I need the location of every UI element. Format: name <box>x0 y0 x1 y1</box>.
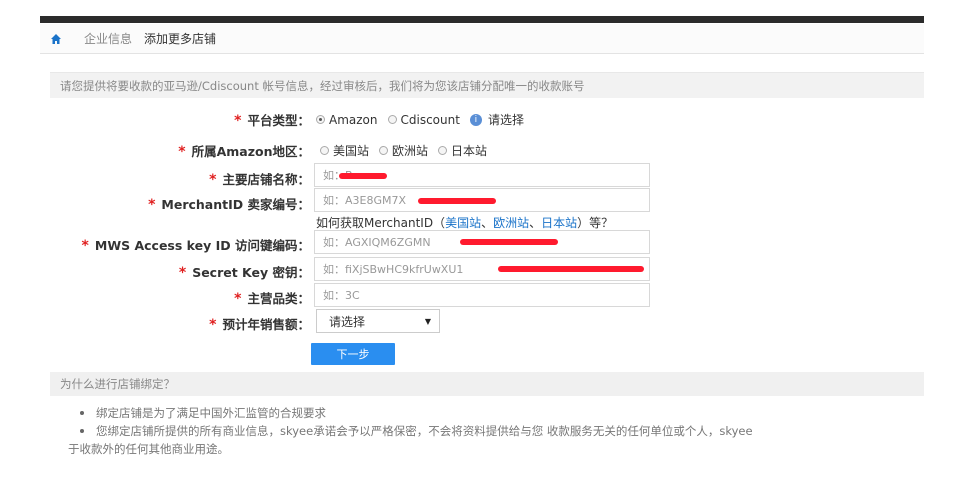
radio-jp-label: 日本站 <box>451 144 488 158</box>
chevron-down-icon: ▼ <box>424 316 431 326</box>
home-icon[interactable] <box>50 33 62 45</box>
required-star: * <box>234 291 242 307</box>
why-bind-title: 为什么进行店铺绑定？ <box>50 372 924 396</box>
redaction-mark <box>460 239 558 245</box>
radio-amazon-dot[interactable] <box>316 115 325 124</box>
platform-radio-group: Amazon Cdiscount i 请选择 <box>316 111 524 128</box>
redaction-mark <box>418 198 496 204</box>
bullet-icon <box>80 429 84 433</box>
required-star: * <box>234 113 242 129</box>
radio-eu[interactable]: 欧洲站 <box>379 142 428 159</box>
radio-eu-label: 欧洲站 <box>392 144 429 158</box>
radio-cdiscount[interactable]: Cdiscount <box>387 112 460 127</box>
radio-eu-dot[interactable] <box>379 146 389 155</box>
required-star: * <box>81 238 89 254</box>
list-item: 绑定店铺是为了满足中国外汇监管的合规要求 <box>68 404 928 422</box>
radio-jp-dot[interactable] <box>438 146 448 155</box>
radio-us[interactable]: 美国站 <box>320 142 369 159</box>
info-icon: i <box>469 113 482 126</box>
list-item: 您绑定店铺所提供的所有商业信息，skyee承诺会予以严格保密，不会将资料提供给与… <box>68 422 928 440</box>
radio-cdiscount-dot[interactable] <box>387 115 397 124</box>
radio-amazon-label: Amazon <box>329 112 378 127</box>
radio-us-label: 美国站 <box>333 144 370 158</box>
platform-type-label: * 平台类型： <box>234 113 310 129</box>
next-button[interactable]: 下一步 <box>311 343 395 365</box>
required-star: * <box>148 197 156 213</box>
help-link-jp[interactable]: 日本站 <box>541 216 577 230</box>
required-star: * <box>178 144 186 160</box>
required-star: * <box>209 172 217 188</box>
top-bar <box>40 16 924 23</box>
help-link-us[interactable]: 美国站 <box>445 216 481 230</box>
platform-hint: 请选择 <box>487 113 524 127</box>
region-label: * 所属Amazon地区： <box>178 144 310 160</box>
annual-sales-select[interactable]: 请选择 ▼ <box>316 309 440 333</box>
annual-sales-label: * 预计年销售额： <box>209 317 310 333</box>
bullet-icon <box>80 411 84 415</box>
radio-us-dot[interactable] <box>320 146 329 155</box>
merchant-id-label: * MerchantID 卖家编号： <box>148 197 310 213</box>
radio-amazon[interactable]: Amazon <box>316 113 378 127</box>
notice-bar: 请您提供将要收款的亚马逊/Cdiscount 帐号信息，经过审核后，我们将为您该… <box>50 72 924 98</box>
annual-sales-selected: 请选择 <box>329 314 366 329</box>
merchant-id-help: 如何获取MerchantID（美国站、欧洲站、日本站）等？ <box>316 216 614 230</box>
secret-key-label: * Secret Key 密钥： <box>178 265 310 281</box>
list-item-continuation: 于收款外的任何其他商业用途。 <box>68 442 229 456</box>
access-key-label: * MWS Access key ID 访问键编码： <box>81 238 310 254</box>
breadcrumb-link-company-info[interactable]: 企业信息 <box>84 30 132 47</box>
breadcrumb-current: 添加更多店铺 <box>144 32 217 46</box>
radio-jp[interactable]: 日本站 <box>438 142 487 159</box>
region-radio-group: 美国站 欧洲站 日本站 <box>320 142 497 159</box>
category-input[interactable] <box>314 283 650 307</box>
category-label: * 主营品类： <box>234 291 310 307</box>
help-link-eu[interactable]: 欧洲站 <box>493 216 529 230</box>
required-star: * <box>178 265 187 281</box>
required-star: * <box>209 317 217 333</box>
why-bind-list: 绑定店铺是为了满足中国外汇监管的合规要求 您绑定店铺所提供的所有商业信息，sky… <box>68 404 928 458</box>
redaction-mark <box>339 173 387 179</box>
radio-cdiscount-label: Cdiscount <box>400 112 460 127</box>
store-name-label: * 主要店铺名称： <box>209 172 310 188</box>
breadcrumb: 企业信息 添加更多店铺 <box>40 24 924 54</box>
redaction-mark <box>498 266 644 272</box>
